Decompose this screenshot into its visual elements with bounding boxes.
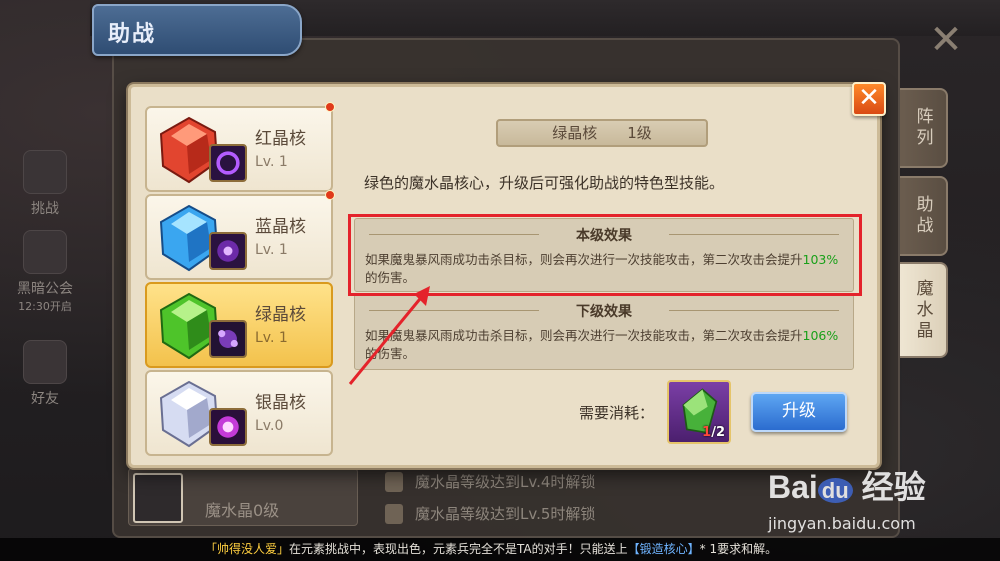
menu-friends-label: 好友	[31, 391, 59, 407]
menu-dark-guild[interactable]: 黑暗公会 12:30开启	[6, 230, 84, 314]
lock-icon	[385, 472, 403, 492]
watermark-brand: Bai	[768, 469, 818, 505]
watermark-url: jingyan.baidu.com	[768, 514, 916, 533]
baidu-watermark: Bai du 经验 jingyan.baidu.com	[768, 462, 998, 538]
window-title: 助战	[108, 22, 157, 47]
core-card-red[interactable]: 红晶核 Lv. 1	[145, 102, 335, 192]
ticker-item: 【锻造核心】	[627, 542, 700, 556]
core-name: 蓝晶核	[255, 217, 306, 237]
skill-icon	[209, 232, 247, 270]
core-name: 红晶核	[255, 129, 306, 149]
core-description: 绿色的魔水晶核心，升级后可强化助战的特色型技能。	[364, 174, 725, 192]
ticker-text: 在元素挑战中，表现出色，元素兵完全不是TA的对手！只能送上	[289, 542, 628, 556]
lock-row-text: 魔水晶等级达到Lv.4时解锁	[415, 473, 596, 491]
baidu-logo: Bai du 经验	[768, 462, 998, 508]
modal-close-button[interactable]: ✕	[852, 82, 886, 116]
lock-row: 魔水晶等级达到Lv.4时解锁	[375, 466, 805, 498]
tab-magic-crystal[interactable]: 魔水晶	[900, 262, 948, 358]
core-level: Lv. 1	[255, 330, 288, 346]
tab-magic-crystal-label: 魔水晶	[912, 278, 933, 342]
skill-icon	[209, 408, 247, 446]
avatar	[133, 473, 183, 523]
guild-icon	[23, 230, 67, 274]
effect-percent: 106%	[802, 328, 839, 343]
core-level: Lv.0	[255, 418, 284, 434]
core-card-green[interactable]: 绿晶核 Lv. 1	[145, 282, 333, 368]
menu-dark-guild-time: 12:30开启	[18, 300, 72, 313]
skill-icon	[209, 144, 247, 182]
lock-icon	[385, 504, 403, 524]
window-title-banner: 助战	[92, 4, 302, 56]
core-name: 绿晶核	[255, 305, 306, 325]
detail-title: 绿晶核 1级	[496, 119, 708, 147]
tab-assist[interactable]: 助战	[900, 176, 948, 256]
window-close-icon[interactable]: ✕	[926, 20, 966, 60]
core-level: Lv. 1	[255, 154, 288, 170]
tab-formation[interactable]: 阵列	[900, 88, 948, 168]
upgrade-button[interactable]: 升级	[751, 392, 847, 432]
core-level: Lv. 1	[255, 242, 288, 258]
broadcast-ticker: 「帅得没人爱」在元素挑战中，表现出色，元素兵完全不是TA的对手！只能送上【锻造核…	[0, 538, 1000, 561]
lock-row: 魔水晶等级达到Lv.5时解锁	[375, 498, 805, 530]
assist-character-card[interactable]: 魔水晶0级	[128, 468, 358, 526]
menu-friends[interactable]: 好友	[6, 340, 84, 408]
menu-challenge[interactable]: 挑战	[6, 150, 84, 218]
ticker-text-end: * 1要求和解。	[699, 542, 778, 556]
core-name: 银晶核	[255, 393, 306, 413]
detail-core-level: 1级	[627, 124, 652, 142]
notification-dot	[325, 190, 335, 200]
tab-formation-label: 阵列	[912, 107, 933, 149]
core-card-silver[interactable]: 银晶核 Lv.0	[145, 370, 333, 456]
tab-assist-label: 助战	[912, 195, 933, 237]
magic-crystal-level: 魔水晶0级	[205, 501, 280, 520]
menu-challenge-label: 挑战	[31, 201, 59, 217]
friends-icon	[23, 340, 67, 384]
watermark-brand-du: du	[817, 478, 853, 503]
ticker-player-name: 「帅得没人爱」	[205, 542, 290, 556]
notification-dot	[325, 102, 335, 112]
detail-core-name: 绿晶核	[552, 124, 598, 142]
challenge-icon	[23, 150, 67, 194]
annotation-arrow-icon	[348, 286, 430, 385]
cost-quantity: 1/2	[702, 425, 725, 440]
watermark-brand-cn: 经验	[861, 469, 926, 505]
menu-dark-guild-label: 黑暗公会	[17, 281, 73, 297]
cost-need: /2	[711, 425, 725, 440]
cost-material-slot[interactable]: 1/2	[667, 380, 731, 444]
cost-have: 1	[702, 425, 712, 440]
cost-label: 需要消耗：	[579, 404, 655, 422]
core-card-blue[interactable]: 蓝晶核 Lv. 1	[145, 190, 335, 280]
left-menu: 挑战 黑暗公会 12:30开启 好友	[0, 40, 90, 540]
lock-row-text: 魔水晶等级达到Lv.5时解锁	[415, 505, 596, 523]
skill-icon	[209, 320, 247, 358]
